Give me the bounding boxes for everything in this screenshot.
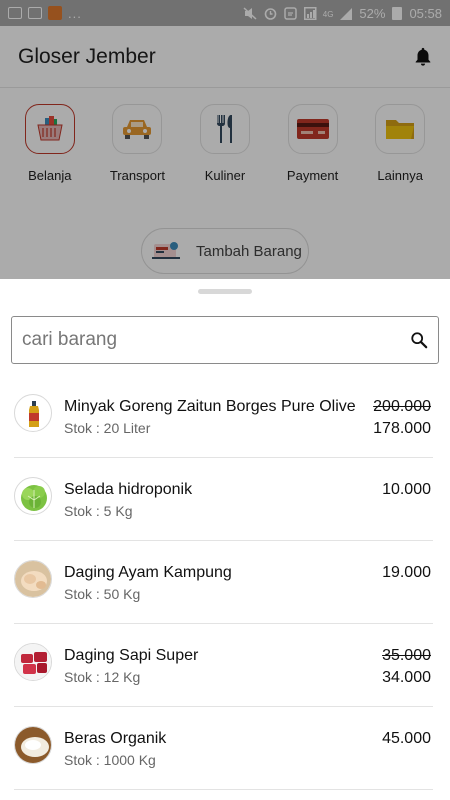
product-stock: Stok : 50 Kg: [64, 586, 141, 602]
rice-icon: [15, 727, 51, 763]
product-name: Selada hidroponik: [64, 481, 193, 498]
product-item[interactable]: Daging Sapi Super Stok : 12 Kg 35.000 34…: [14, 624, 433, 707]
product-item[interactable]: Daging Ayam Kampung Stok : 50 Kg 19.000: [14, 541, 433, 624]
product-name: Minyak Goreng Zaitun Borges Pure Olive: [64, 398, 356, 415]
product-item[interactable]: Selada hidroponik Stok : 5 Kg 10.000: [14, 458, 433, 541]
chicken-icon: [15, 561, 51, 597]
product-price: 178.000: [373, 420, 431, 437]
product-stock: Stok : 20 Liter: [64, 420, 151, 436]
lettuce-icon: [21, 485, 47, 511]
modal-overlay[interactable]: [0, 0, 450, 279]
product-price: 19.000: [382, 564, 431, 581]
product-name: Daging Sapi Super: [64, 647, 199, 664]
product-item[interactable]: Minyak Goreng Zaitun Borges Pure Olive S…: [14, 375, 433, 458]
product-image: [14, 560, 52, 598]
product-price: 45.000: [382, 730, 431, 747]
product-image: [14, 726, 52, 764]
product-image: [14, 394, 52, 432]
product-name: Beras Organik: [64, 730, 167, 747]
product-old-price: 35.000: [382, 647, 431, 664]
product-item[interactable]: Beras Organik Stok : 1000 Kg 45.000: [14, 707, 433, 790]
beef-icon: [15, 644, 51, 680]
product-stock: Stok : 1000 Kg: [64, 752, 156, 768]
product-search-sheet: Minyak Goreng Zaitun Borges Pure Olive S…: [0, 279, 450, 800]
product-price: 34.000: [382, 669, 431, 686]
olive-oil-bottle-icon: [29, 401, 39, 427]
product-image: [14, 477, 52, 515]
product-stock: Stok : 5 Kg: [64, 503, 133, 519]
product-price: 10.000: [382, 481, 431, 498]
product-name: Daging Ayam Kampung: [64, 564, 232, 581]
search-icon[interactable]: [410, 331, 428, 349]
search-input[interactable]: [22, 329, 382, 351]
product-stock: Stok : 12 Kg: [64, 669, 141, 685]
sheet-drag-handle[interactable]: [198, 289, 252, 294]
product-old-price: 200.000: [373, 398, 431, 415]
product-image: [14, 643, 52, 681]
product-list: Minyak Goreng Zaitun Borges Pure Olive S…: [0, 375, 450, 790]
search-box[interactable]: [11, 316, 439, 364]
